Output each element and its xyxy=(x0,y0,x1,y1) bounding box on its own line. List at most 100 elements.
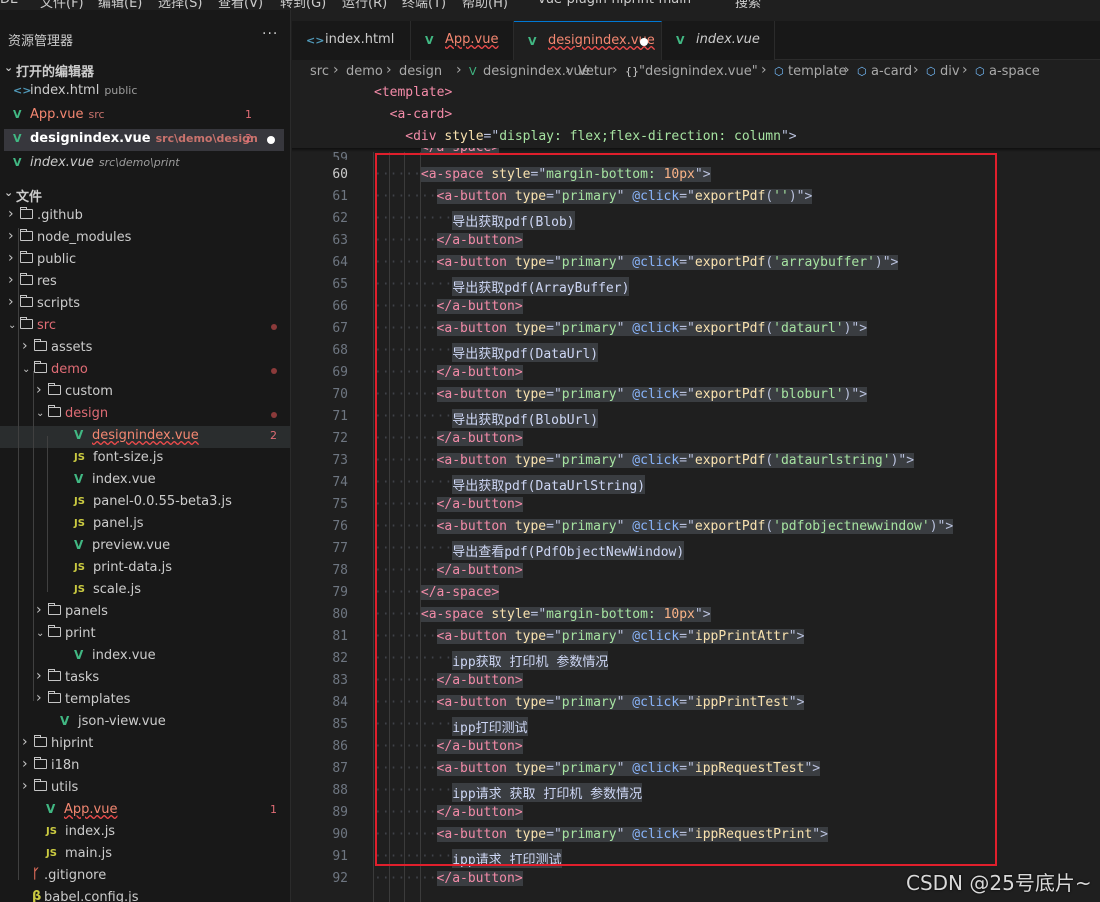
folder-icon xyxy=(48,669,61,681)
code-token: style xyxy=(444,129,484,144)
line-number: 69 xyxy=(332,365,348,380)
tree-item-hiprint[interactable]: › hiprint xyxy=(0,734,290,756)
open-editor-item[interactable]: V App.vue src 1 xyxy=(0,105,290,127)
element-icon: ⬡ xyxy=(926,65,936,78)
tree-item-panel-0-0-55-beta3-js[interactable]: JS panel-0.0.55-beta3.js xyxy=(0,492,290,514)
tree-item-demo[interactable]: ⌄ demo xyxy=(0,360,290,382)
tree-item-index-vue[interactable]: Vindex.vue xyxy=(0,646,290,668)
tree-item-designindex-vue[interactable]: Vdesignindex.vue 2 xyxy=(0,426,290,448)
indent-guide xyxy=(18,228,19,880)
tree-item-index-vue[interactable]: Vindex.vue xyxy=(0,470,290,492)
menu-item[interactable]: 查看(V) xyxy=(218,0,263,10)
breadcrumb-item[interactable]: design xyxy=(399,64,442,79)
tree-item-preview-vue[interactable]: Vpreview.vue xyxy=(0,536,290,558)
menu-item[interactable]: 选择(S) xyxy=(158,0,202,10)
tree-item-label: design xyxy=(65,406,109,421)
tree-item-print[interactable]: ⌄ print xyxy=(0,624,290,646)
breadcrumb-item[interactable]: src xyxy=(310,64,329,79)
line-number: 77 xyxy=(332,541,348,556)
tree-item-label: assets xyxy=(51,340,93,355)
line-number: 73 xyxy=(332,453,348,468)
html-icon: <> xyxy=(306,34,325,47)
open-editor-name: App.vue src xyxy=(30,107,105,122)
tab-index-vue[interactable]: Vindex.vue xyxy=(662,21,775,60)
tree-item-public[interactable]: › public xyxy=(0,250,290,272)
command-search[interactable]: 搜索 xyxy=(735,0,761,10)
tree-item-node-modules[interactable]: › node_modules xyxy=(0,228,290,250)
tree-item-tasks[interactable]: › tasks xyxy=(0,668,290,690)
tab-App-vue[interactable]: V App.vue xyxy=(411,21,514,60)
open-editors-section[interactable]: ⌄ 打开的编辑器 xyxy=(0,59,290,81)
modified-dot-icon xyxy=(271,368,277,374)
tree-item-assets[interactable]: › assets xyxy=(0,338,290,360)
tree-item-label: utils xyxy=(51,780,79,795)
menu-item[interactable]: 编辑(E) xyxy=(98,0,142,10)
line-number: 64 xyxy=(332,255,348,270)
js-icon: JS xyxy=(46,848,57,859)
folder-icon xyxy=(34,757,47,769)
tree-item-custom[interactable]: › custom xyxy=(0,382,290,404)
breadcrumb-item[interactable]: template xyxy=(788,64,847,79)
tree-item-label: designindex.vue xyxy=(92,428,199,443)
menu-item[interactable]: 帮助(H) xyxy=(462,0,508,10)
tree-item-i18n[interactable]: › i18n xyxy=(0,756,290,778)
code-token: display: flex;flex-direction: column xyxy=(499,129,781,144)
vue-icon: V xyxy=(13,132,22,145)
sticky-line: <div style="display: flex;flex-direction… xyxy=(292,126,1100,148)
code-token: "> xyxy=(780,129,797,144)
tree-item-print-data-js[interactable]: JS print-data.js xyxy=(0,558,290,580)
tab-index-html[interactable]: <> index.html xyxy=(292,21,411,60)
tree-item-font-size-js[interactable]: JS font-size.js xyxy=(0,448,290,470)
unsaved-dot-icon[interactable] xyxy=(640,38,648,46)
tree-item-label: babel.config.js xyxy=(44,890,139,902)
vue-icon: V xyxy=(74,538,84,552)
tree-item-gitignore[interactable]: ᚴ .gitignore xyxy=(0,866,290,888)
tree-item-index-js[interactable]: JS index.js xyxy=(0,822,290,844)
chevron-right-icon: › xyxy=(36,382,42,398)
files-section[interactable]: ⌄ 文件 xyxy=(0,184,290,206)
line-number: 66 xyxy=(332,299,348,314)
chevron-right-icon: › xyxy=(36,602,42,618)
tree-item-utils[interactable]: › utils xyxy=(0,778,290,800)
tree-item-templates[interactable]: › templates xyxy=(0,690,290,712)
breadcrumb-item[interactable]: designindex.vue xyxy=(483,64,590,79)
breadcrumb-item[interactable]: "designindex.vue" xyxy=(639,64,758,79)
menu-item[interactable]: 转到(G) xyxy=(280,0,326,10)
tree-item-main-js[interactable]: JS main.js xyxy=(0,844,290,866)
breadcrumb-item[interactable]: a-space xyxy=(989,64,1040,79)
code-token: <template> xyxy=(374,85,453,100)
tree-item-scale-js[interactable]: JS scale.js xyxy=(0,580,290,602)
tree-item-json-view-vue[interactable]: Vjson-view.vue xyxy=(0,712,290,734)
menu-item[interactable]: 终端(T) xyxy=(402,0,446,10)
tree-item-scripts[interactable]: › scripts xyxy=(0,294,290,316)
chevron-right-icon: › xyxy=(8,250,14,266)
file-dir: src\demo\print xyxy=(98,156,180,169)
tree-item-github[interactable]: › .github xyxy=(0,206,290,228)
breadcrumb-item[interactable]: a-card xyxy=(871,64,912,79)
line-number: 91 xyxy=(332,849,348,864)
tree-item-panels[interactable]: › panels xyxy=(0,602,290,624)
chevron-right-icon: › xyxy=(962,62,968,78)
breadcrumb-item[interactable]: Vetur xyxy=(578,64,613,79)
breadcrumb-item[interactable]: demo xyxy=(346,64,383,79)
menu-item[interactable]: 文件(F) xyxy=(40,0,84,10)
tree-item-App-vue[interactable]: V App.vue 1 xyxy=(0,800,290,822)
tab-designindex-vue[interactable]: Vdesignindex.vue xyxy=(514,21,662,60)
tree-item-label: index.vue xyxy=(92,472,156,487)
line-number: 74 xyxy=(332,475,348,490)
tree-item-design[interactable]: ⌄ design xyxy=(0,404,290,426)
open-editor-item[interactable]: <> index.html public xyxy=(0,81,290,103)
menu-item[interactable]: DE xyxy=(0,0,18,7)
file-dir: public xyxy=(104,84,138,97)
tree-item-panel-js[interactable]: JS panel.js xyxy=(0,514,290,536)
explorer-sidebar: 资源管理器 ··· ⌄ 打开的编辑器 <> index.html public V Ap… xyxy=(0,10,291,902)
tree-item-babel-config-js[interactable]: β babel.config.js xyxy=(0,888,290,902)
tree-item-res[interactable]: › res xyxy=(0,272,290,294)
breadcrumb-item[interactable]: div xyxy=(940,64,960,79)
more-actions-icon[interactable]: ··· xyxy=(262,26,278,42)
chevron-right-icon: › xyxy=(22,778,28,794)
menu-item[interactable]: 运行(R) xyxy=(342,0,387,10)
open-editor-item[interactable]: Vindex.vue src\demo\print xyxy=(0,153,290,175)
open-editor-item[interactable]: Vdesignindex.vue src\demo\design 2 xyxy=(4,129,284,151)
tree-item-src[interactable]: ⌄ src xyxy=(0,316,290,338)
